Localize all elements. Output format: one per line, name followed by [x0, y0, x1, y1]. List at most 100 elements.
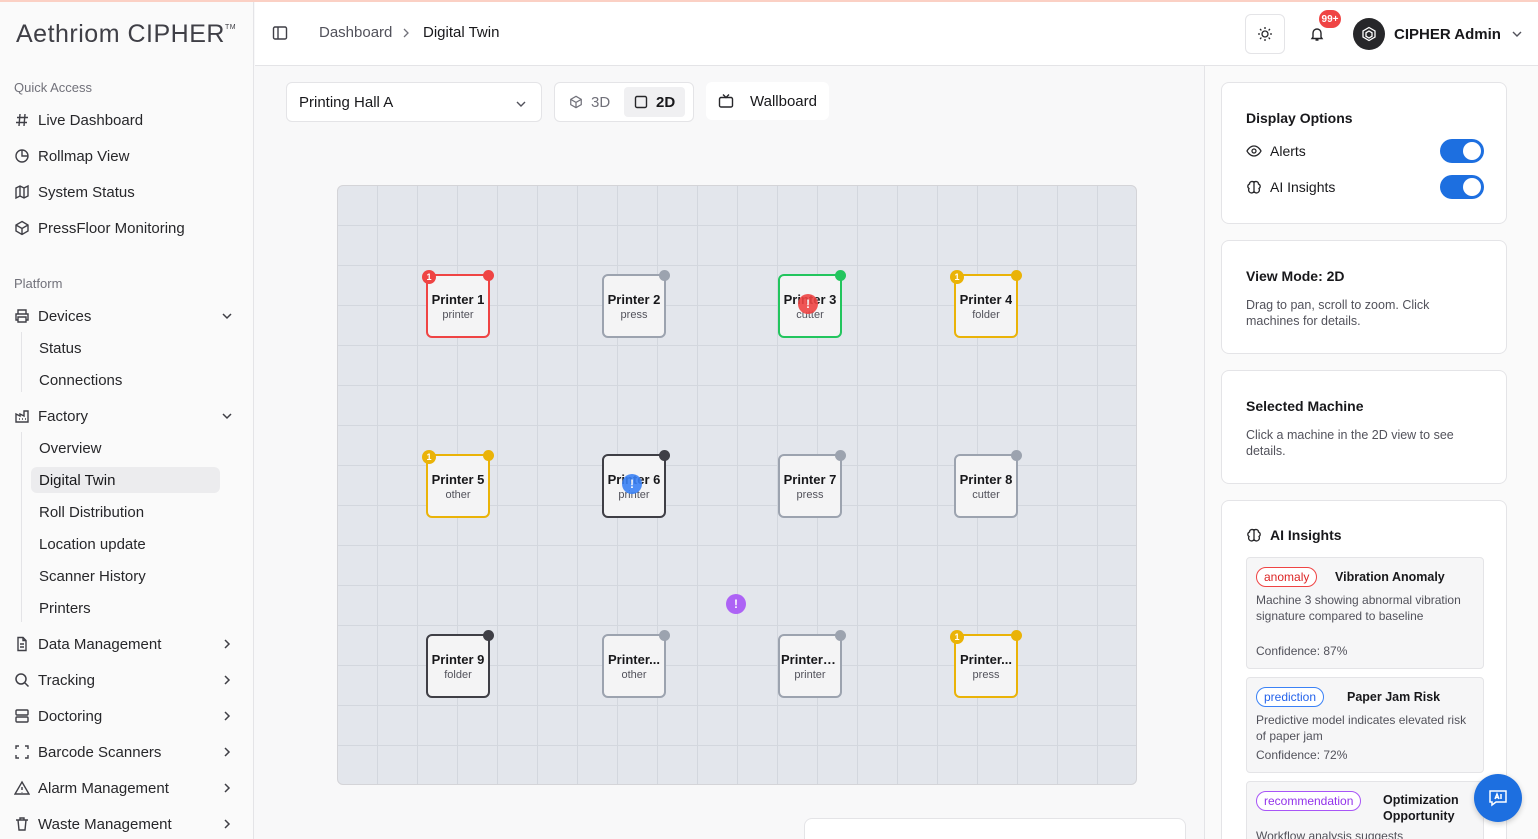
user-name: CIPHER Admin: [1394, 25, 1501, 43]
machine-tile[interactable]: Printer 1 printer 1: [422, 270, 494, 338]
insight-description: Machine 3 showing abnormal vibration sig…: [1256, 593, 1461, 623]
wallboard-button[interactable]: Wallboard: [706, 82, 829, 120]
chevron-down-icon: [1512, 31, 1522, 37]
view-mode-help: Drag to pan, scroll to zoom. Click machi…: [1246, 298, 1430, 328]
ai-assistant-button[interactable]: [1474, 774, 1522, 822]
scan-icon: [14, 744, 30, 760]
machine-tile[interactable]: Printer... other: [602, 630, 670, 698]
machine-tile[interactable]: Printer 11 printer: [778, 630, 846, 698]
alerts-toggle[interactable]: [1440, 139, 1484, 163]
machine-name: Printer 1: [431, 291, 485, 307]
display-options-card: Display Options Alerts AI Insights: [1221, 82, 1507, 224]
eye-icon: [1246, 145, 1262, 157]
machine-status-dot: [1011, 630, 1022, 641]
machine-tile[interactable]: Printer 2 press: [602, 270, 670, 338]
machine-type: press: [620, 308, 648, 321]
nav-pressfloor-monitoring[interactable]: PressFloor Monitoring: [14, 214, 240, 242]
machine-name: Printer 11: [781, 651, 839, 667]
factory-floor-2d-map[interactable]: Printer 1printer1Printer 2pressPrinter 3…: [337, 185, 1137, 785]
sidebar-toggle-button[interactable]: [271, 24, 289, 42]
nav-rollmap-view[interactable]: Rollmap View: [14, 142, 240, 170]
notifications-button[interactable]: 99+: [1305, 10, 1341, 46]
digital-twin-main: Printing Hall A 3D 2D Wallboard Printer …: [270, 66, 1204, 839]
nav-live-dashboard[interactable]: Live Dashboard: [14, 106, 240, 134]
bell-icon: [1310, 28, 1324, 41]
machine-status-dot: [659, 630, 670, 641]
nav-factory-overview[interactable]: Overview: [31, 435, 220, 461]
machine-type: other: [621, 668, 647, 681]
breadcrumb-dashboard[interactable]: Dashboard: [319, 24, 392, 41]
insight-description: Workflow analysis suggests: [1256, 829, 1404, 839]
app-logo[interactable]: Aethriom CIPHERTM: [16, 20, 236, 49]
nav-devices[interactable]: Devices: [14, 302, 240, 330]
right-panel: Display Options Alerts AI Insights View …: [1204, 66, 1538, 839]
nav-data-management[interactable]: Data Management: [14, 630, 240, 658]
nav-factory-scanner-history[interactable]: Scanner History: [31, 563, 220, 589]
machine-tile[interactable]: Printer 8 cutter: [954, 450, 1022, 518]
nav-waste-management[interactable]: Waste Management: [14, 810, 240, 838]
machine-status-dot: [659, 450, 670, 461]
nav-factory-location-update[interactable]: Location update: [31, 531, 220, 557]
nav-factory-printers[interactable]: Printers: [31, 595, 220, 621]
ai-insight-marker[interactable]: !: [726, 594, 746, 614]
machine-status-dot: [835, 450, 846, 461]
nav-factory-digital-twin[interactable]: Digital Twin: [31, 467, 220, 493]
nav-doctoring[interactable]: Doctoring: [14, 702, 240, 730]
machine-name: Printer...: [959, 651, 1013, 667]
user-menu[interactable]: CIPHER Admin: [1353, 18, 1523, 50]
hall-select[interactable]: Printing Hall A: [286, 82, 542, 122]
chevron-right-icon: [224, 711, 231, 721]
machine-tile[interactable]: Printer 9 folder: [426, 630, 494, 698]
insight-item[interactable]: recommendation Optimization Opportunity …: [1246, 781, 1484, 839]
ai-insight-marker[interactable]: !: [622, 474, 642, 494]
nav-devices-connections[interactable]: Connections: [31, 367, 220, 393]
machine-tile[interactable]: Printer... press 1: [950, 630, 1022, 698]
view-mode-card: View Mode: 2D Drag to pan, scroll to zoo…: [1221, 240, 1507, 354]
nav-factory[interactable]: Factory: [14, 402, 240, 430]
nav-system-status[interactable]: System Status: [14, 178, 240, 206]
theme-toggle-button[interactable]: [1245, 14, 1285, 54]
machine-tile[interactable]: Printer 5 other 1: [422, 450, 494, 518]
ai-insights-toggle[interactable]: [1440, 175, 1484, 199]
insight-title: Paper Jam Risk: [1347, 690, 1441, 704]
search-icon: [14, 672, 30, 688]
avatar: [1353, 18, 1385, 50]
sun-icon: [1258, 27, 1272, 41]
factory-tree-line: [21, 432, 22, 622]
insight-type-badge: prediction: [1256, 687, 1325, 707]
nav-barcode-scanners[interactable]: Barcode Scanners: [14, 738, 240, 766]
alarm-icon: [14, 780, 30, 796]
square-icon: [634, 95, 648, 109]
ai-insight-marker[interactable]: !: [798, 294, 818, 314]
nav-tracking[interactable]: Tracking: [14, 666, 240, 694]
tv-icon: [718, 94, 734, 108]
machine-type: printer: [794, 668, 826, 681]
view-2d-button[interactable]: 2D: [624, 87, 686, 117]
machine-tile[interactable]: Printer 7 press: [778, 450, 846, 518]
devices-tree-line: [21, 332, 22, 392]
view-3d-button[interactable]: 3D: [559, 87, 620, 117]
insight-type-badge: anomaly: [1256, 567, 1318, 587]
machine-alert-count: 1: [950, 630, 964, 644]
insight-title: Optimization Opportunity: [1383, 793, 1459, 823]
factory-icon: [14, 408, 30, 424]
machine-status-dot: [483, 270, 494, 281]
map-icon: [14, 184, 30, 200]
machine-tile[interactable]: Printer 4 folder 1: [950, 270, 1022, 338]
machine-status-dot: [835, 630, 846, 641]
selected-machine-help: Click a machine in the 2D view to see de…: [1246, 428, 1454, 458]
machine-status-dot: [659, 270, 670, 281]
machine-name: Printer 4: [959, 291, 1013, 307]
nav-factory-roll-distribution[interactable]: Roll Distribution: [31, 499, 220, 525]
selected-machine-card: Selected Machine Click a machine in the …: [1221, 370, 1507, 484]
chevron-right-icon: [224, 783, 231, 793]
chevron-right-icon: [224, 639, 231, 649]
quick-access-label: Quick Access: [14, 80, 93, 95]
view-mode-toggle: 3D 2D: [554, 82, 694, 122]
insight-item[interactable]: prediction Paper Jam Risk Predictive mod…: [1246, 677, 1484, 773]
chevron-right-icon: [224, 747, 231, 757]
machine-type: other: [445, 488, 471, 501]
nav-alarm-management[interactable]: Alarm Management: [14, 774, 240, 802]
nav-devices-status[interactable]: Status: [31, 335, 220, 361]
insight-item[interactable]: anomaly Vibration Anomaly Machine 3 show…: [1246, 557, 1484, 669]
